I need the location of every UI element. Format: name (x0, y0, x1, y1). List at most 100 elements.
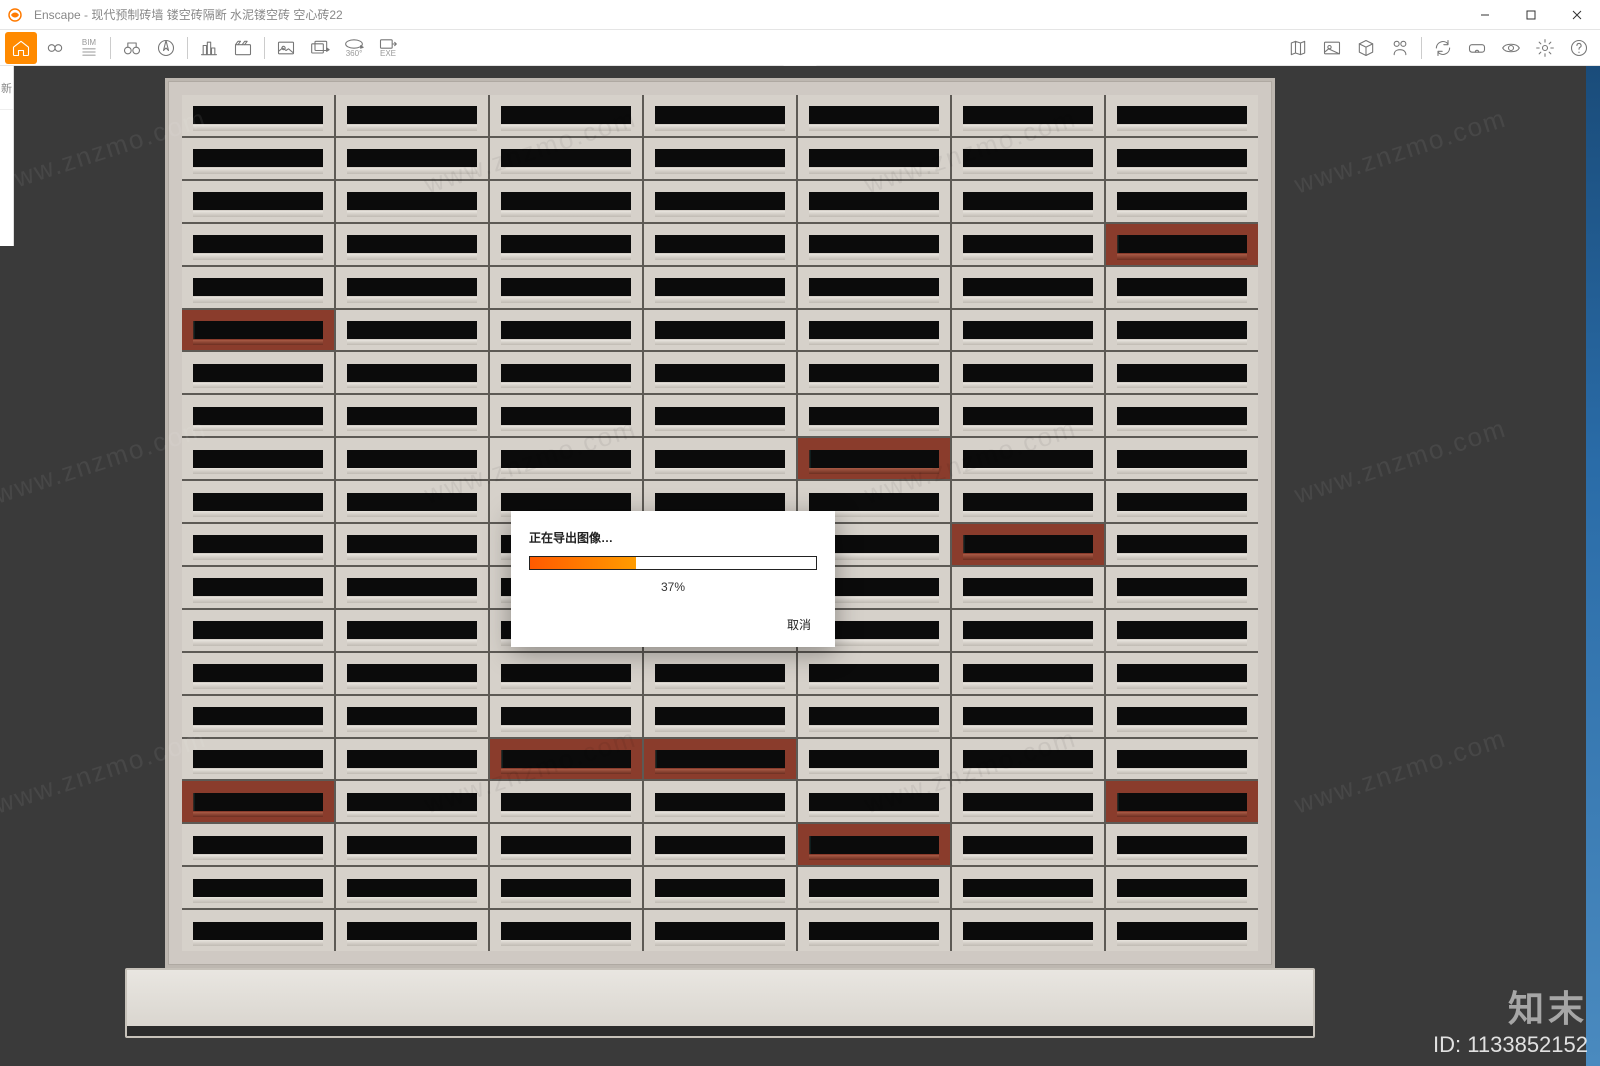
maximize-button[interactable] (1508, 0, 1554, 30)
watermark: www.znzmo.com (1291, 723, 1511, 821)
brick-cell (644, 781, 796, 822)
sync-button[interactable] (1427, 32, 1459, 64)
brick-cell (490, 267, 642, 308)
site-button[interactable] (193, 32, 225, 64)
brick-cell (336, 781, 488, 822)
brick-cell (644, 867, 796, 908)
watermark-brand: 知末 (1433, 980, 1588, 1032)
progress-percent: 37% (529, 580, 817, 594)
corner-watermark: 知末 ID: 1133852152 (1433, 980, 1588, 1058)
brick-cell (644, 910, 796, 951)
minimize-button[interactable] (1462, 0, 1508, 30)
brick-cell (952, 781, 1104, 822)
brick-cell (336, 352, 488, 393)
brick-cell (1106, 395, 1258, 436)
app-icon (0, 0, 30, 30)
visual-settings-button[interactable] (1495, 32, 1527, 64)
brick-cell (490, 910, 642, 951)
brick-cell (490, 310, 642, 351)
brick-cell (490, 95, 642, 136)
brick-cell (952, 481, 1104, 522)
brick-cell (182, 352, 334, 393)
separator (1421, 37, 1422, 59)
bim-manage-button[interactable]: BIM (73, 32, 105, 64)
toolbar: BIM 360° EXE (0, 30, 1600, 66)
brick-cell (336, 395, 488, 436)
brick-cell (182, 310, 334, 351)
settings-button[interactable] (1529, 32, 1561, 64)
brick-cell (1106, 696, 1258, 737)
brick-cell (336, 867, 488, 908)
brick-cell (798, 138, 950, 179)
brick-cell (952, 567, 1104, 608)
brick-cell (644, 181, 796, 222)
minimap-button[interactable] (1282, 32, 1314, 64)
brick-cell (798, 224, 950, 265)
brick-cell (182, 395, 334, 436)
brick-cell (182, 910, 334, 951)
brick-cell (336, 224, 488, 265)
brick-cell (1106, 181, 1258, 222)
screenshot-button[interactable] (270, 32, 302, 64)
host-app-strip: 新 (0, 66, 14, 246)
material-box-button[interactable] (1350, 32, 1382, 64)
brick-cell (1106, 310, 1258, 351)
brick-cell (182, 138, 334, 179)
brick-cell (644, 267, 796, 308)
close-button[interactable] (1554, 0, 1600, 30)
brick-cell (336, 910, 488, 951)
watermark: www.znzmo.com (1291, 413, 1511, 511)
compass-button[interactable] (150, 32, 182, 64)
batch-render-button[interactable] (304, 32, 336, 64)
brick-cell (182, 867, 334, 908)
home-button[interactable] (5, 32, 37, 64)
brick-cell (798, 438, 950, 479)
help-button[interactable] (1563, 32, 1595, 64)
cancel-button[interactable]: 取消 (781, 612, 817, 637)
host-strip-item[interactable]: 新 (0, 66, 13, 110)
brick-cell (798, 696, 950, 737)
brick-cell (490, 224, 642, 265)
wall-plinth (125, 968, 1315, 1038)
asset-library-button[interactable] (1316, 32, 1348, 64)
brick-cell (182, 438, 334, 479)
brick-cell (336, 181, 488, 222)
brick-cell (644, 310, 796, 351)
brick-cell (490, 739, 642, 780)
brick-cell (182, 610, 334, 651)
brick-cell (644, 352, 796, 393)
brick-cell (336, 310, 488, 351)
brick-cell (798, 910, 950, 951)
brick-cell (490, 867, 642, 908)
brick-cell (644, 395, 796, 436)
collab-button[interactable] (1384, 32, 1416, 64)
brick-cell (1106, 524, 1258, 565)
brick-cell (798, 867, 950, 908)
brick-cell (336, 739, 488, 780)
binoculars-button[interactable] (116, 32, 148, 64)
brick-cell (952, 310, 1104, 351)
brick-cell (1106, 610, 1258, 651)
brick-cell (336, 567, 488, 608)
brick-cell (952, 739, 1104, 780)
vr-button[interactable] (1461, 32, 1493, 64)
dialog-title: 正在导出图像… (529, 529, 817, 546)
panorama-360-button[interactable]: 360° (338, 32, 370, 64)
brick-cell (1106, 95, 1258, 136)
brick-cell (490, 824, 642, 865)
brick-cell (1106, 138, 1258, 179)
brick-cell (798, 352, 950, 393)
brick-cell (336, 138, 488, 179)
brick-cell (798, 310, 950, 351)
brick-cell (182, 567, 334, 608)
progress-bar (529, 556, 817, 570)
brick-cell (1106, 567, 1258, 608)
brick-cell (1106, 824, 1258, 865)
viewport-3d[interactable]: 新 www.znzmo.com www.znzmo.com www.znzmo.… (0, 66, 1600, 1066)
separator (264, 37, 265, 59)
video-button[interactable] (227, 32, 259, 64)
export-exe-button[interactable]: EXE (372, 32, 404, 64)
link-button[interactable] (39, 32, 71, 64)
brick-cell (798, 267, 950, 308)
brick-cell (798, 395, 950, 436)
